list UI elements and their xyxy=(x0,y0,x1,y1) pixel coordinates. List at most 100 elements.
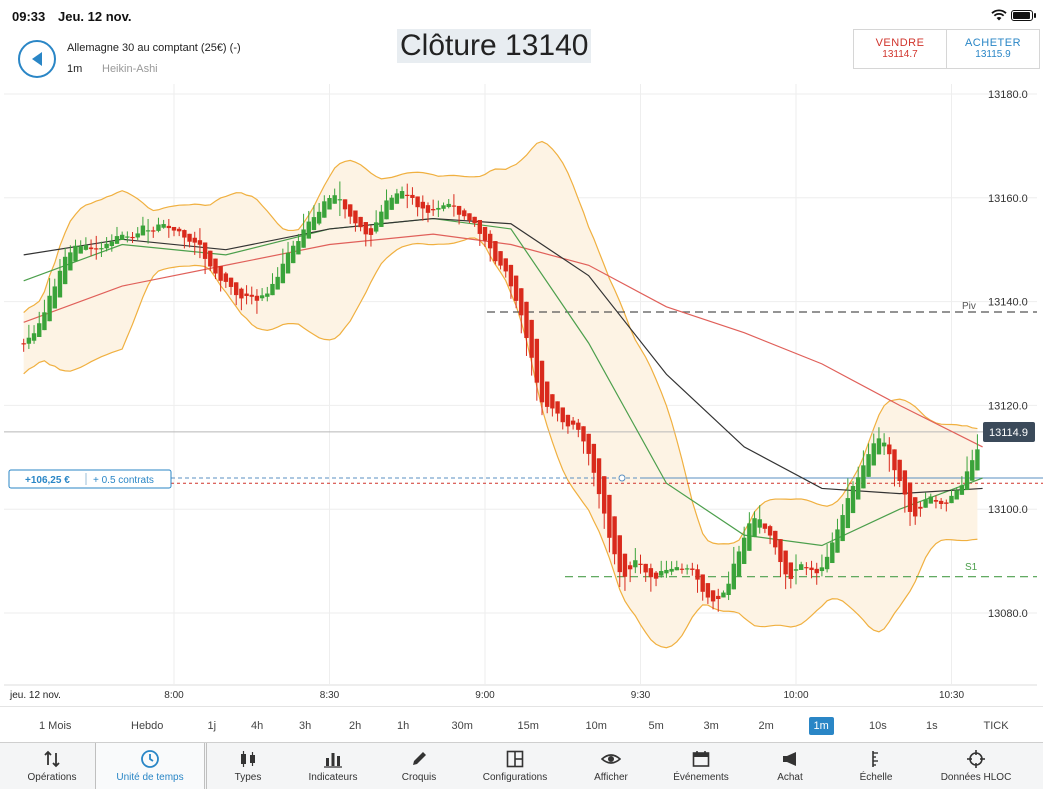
x-tick-label: 9:30 xyxy=(631,690,651,701)
candle-bear xyxy=(648,568,654,578)
candle-bear xyxy=(576,422,581,430)
toolbar-label: Configurations xyxy=(482,772,548,783)
toolbar-candles-button[interactable]: Types xyxy=(204,743,292,789)
candle-bull xyxy=(876,438,882,455)
toolbar-label: Échelle xyxy=(859,772,893,783)
toolbar-crosshair-button[interactable]: Données HLOC xyxy=(932,743,1020,789)
candle-bear xyxy=(171,226,177,231)
candle-bull xyxy=(949,495,954,504)
current-timeframe: 1m xyxy=(67,63,83,75)
toolbar-layout-button[interactable]: Configurations xyxy=(471,743,559,789)
candle-bull xyxy=(291,245,296,264)
candle-bear xyxy=(197,240,203,245)
candle-bear xyxy=(182,230,187,238)
timeframe-30m[interactable]: 30m xyxy=(452,717,473,735)
candle-bear xyxy=(234,282,239,296)
timeframe-15m[interactable]: 15m xyxy=(518,717,539,735)
candle-bear xyxy=(487,233,493,249)
timeframe-4h[interactable]: 4h xyxy=(251,717,263,735)
candle-bear xyxy=(524,301,529,338)
timeframe-tick[interactable]: TICK xyxy=(984,717,1009,735)
candle-bull xyxy=(140,225,146,236)
candle-bull xyxy=(928,496,933,504)
candle-bear xyxy=(913,497,918,517)
candle-bear xyxy=(482,226,488,241)
timeframe-5m[interactable]: 5m xyxy=(649,717,664,735)
timeframe-1-mois[interactable]: 1 Mois xyxy=(39,717,71,735)
back-button[interactable] xyxy=(18,40,56,78)
candle-bull xyxy=(285,252,291,274)
chart-date-label: jeu. 12 nov. xyxy=(9,690,61,701)
candle-bear xyxy=(560,407,565,423)
candle-bear xyxy=(425,205,431,213)
candle-bear xyxy=(368,228,374,235)
toolbar-calendar-button[interactable]: Événements xyxy=(657,743,745,789)
toolbar-scale-button[interactable]: Échelle xyxy=(832,743,920,789)
candle-bear xyxy=(612,516,617,555)
toolbar-megaphone-button[interactable]: Achat xyxy=(746,743,834,789)
candle-bull xyxy=(322,201,327,218)
y-tick-label: 13160.0 xyxy=(988,193,1028,205)
trade-panel: VENDRE 13114.7 ACHETER 13115.9 xyxy=(853,29,1040,69)
candle-bull xyxy=(316,211,322,224)
price-chart[interactable]: 13180.0 13160.0 13140.0 13120.0 13100.0 13080… xyxy=(0,80,1043,706)
candle-bear xyxy=(690,568,695,570)
timeframe-10s[interactable]: 10s xyxy=(869,717,887,735)
sell-price: 13114.7 xyxy=(882,49,918,60)
timeframe-1h[interactable]: 1h xyxy=(397,717,409,735)
candle-bull xyxy=(125,236,130,238)
timeframe-10m[interactable]: 10m xyxy=(586,717,607,735)
current-price-tag: 13114.9 xyxy=(983,422,1035,442)
candle-bear xyxy=(477,219,483,234)
candle-bull xyxy=(327,197,332,210)
candle-bear xyxy=(353,210,358,224)
timeframe-hebdo[interactable]: Hebdo xyxy=(131,717,163,735)
y-tick-label: 13100.0 xyxy=(988,504,1028,516)
candle-bear xyxy=(202,242,208,259)
toolbar-bar-chart-button[interactable]: Indicateurs xyxy=(289,743,377,789)
timeframe-2m[interactable]: 2m xyxy=(759,717,774,735)
timeframe-1m[interactable]: 1m xyxy=(808,717,834,735)
candle-bull xyxy=(954,490,959,500)
candle-bull xyxy=(259,295,265,299)
buy-button[interactable]: ACHETER 13115.9 xyxy=(946,30,1039,68)
battery-icon xyxy=(1011,10,1036,21)
candle-bear xyxy=(778,539,783,563)
candle-bull xyxy=(47,295,52,322)
timeframe-3h[interactable]: 3h xyxy=(299,717,311,735)
x-tick-label: 10:30 xyxy=(939,690,964,701)
candle-bear xyxy=(918,506,923,509)
toolbar-pencil-button[interactable]: Croquis xyxy=(375,743,463,789)
candle-bear xyxy=(539,360,545,403)
x-tick-label: 9:00 xyxy=(475,690,495,701)
candle-bull xyxy=(845,498,851,529)
candle-bear xyxy=(342,199,348,210)
bar-chart-icon xyxy=(324,753,342,768)
candle-bull xyxy=(850,485,856,514)
candle-bear xyxy=(773,530,778,548)
candle-bear xyxy=(762,523,768,529)
toolbar-clock-button[interactable]: Unité de temps xyxy=(95,743,205,789)
timeframe-2h[interactable]: 2h xyxy=(349,717,361,735)
candle-bear xyxy=(804,567,809,569)
timeframe-1s[interactable]: 1s xyxy=(926,717,938,735)
candle-bear xyxy=(513,275,519,301)
toolbar-divider xyxy=(206,743,207,789)
candle-bull xyxy=(923,499,928,508)
timeframe-1j[interactable]: 1j xyxy=(208,717,217,735)
candle-bull xyxy=(270,283,275,296)
candle-bear xyxy=(472,216,477,224)
candle-bear xyxy=(228,277,234,287)
sell-button[interactable]: VENDRE 13114.7 xyxy=(854,30,946,68)
timeframe-3m[interactable]: 3m xyxy=(704,717,719,735)
candle-bull xyxy=(726,583,731,595)
candle-bull xyxy=(296,241,301,255)
candle-bear xyxy=(938,500,944,504)
position-marker[interactable]: +106,25 € + 0.5 contrats xyxy=(8,469,172,489)
status-bar: 09:33 Jeu. 12 nov. xyxy=(0,0,1043,26)
toolbar-arrows-updown-button[interactable]: Opérations xyxy=(8,743,96,789)
candle-bull xyxy=(332,195,337,204)
candle-bull xyxy=(446,203,451,208)
candle-bull xyxy=(379,211,384,227)
toolbar-eye-button[interactable]: Afficher xyxy=(567,743,655,789)
